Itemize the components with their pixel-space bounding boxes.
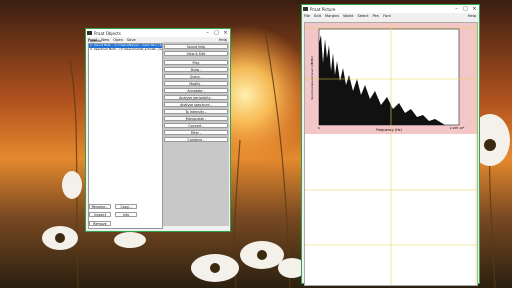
picture-window: Praat Picture – □ × File Edit Margins Wo… [301, 4, 480, 286]
praat-app-icon [303, 7, 308, 11]
x-tick-label-right: 2.205 10⁴ [450, 126, 465, 130]
x-axis-label: Frequency (Hz) [376, 128, 402, 132]
picture-menubar: File Edit Margins World Select Pen Font … [302, 13, 479, 19]
menu-help[interactable]: Help [468, 14, 476, 18]
menu-pen[interactable]: Pen [373, 14, 380, 18]
objects-list[interactable]: 1. Sound Butt... (C:/Users/Name/.../cell… [88, 43, 163, 229]
praat-app-icon [87, 31, 92, 35]
menu-edit[interactable]: Edit [314, 14, 321, 18]
minimize-icon[interactable]: – [452, 5, 461, 13]
menu-select[interactable]: Select [357, 14, 368, 18]
to-intensity-button[interactable]: To Intensity... [164, 109, 228, 114]
menu-save[interactable]: Save [127, 38, 136, 42]
annotate-menu-button[interactable]: Annotate - [164, 88, 228, 93]
picture-titlebar[interactable]: Praat Picture – □ × [302, 5, 479, 13]
menu-open[interactable]: Open [113, 38, 123, 42]
menu-file[interactable]: File [304, 14, 310, 18]
objects-window: Praat Objects – □ × Praat New Open Save … [85, 28, 231, 232]
combine-menu-button[interactable]: Combine - [164, 137, 228, 142]
picture-canvas[interactable]: Sound pressure level (dB/Hz) Frequency (… [304, 22, 478, 286]
inspect-button[interactable]: Inspect [89, 212, 111, 217]
copy-button[interactable]: Copy... [115, 204, 137, 209]
dynamic-action-panel: Sound help View & Edit Play Draw - Query… [163, 42, 229, 226]
sound-help-button[interactable]: Sound help [164, 44, 228, 49]
view-edit-button[interactable]: View & Edit [164, 51, 228, 56]
picture-window-title: Praat Picture [310, 6, 336, 12]
menu-font[interactable]: Font [383, 14, 391, 18]
maximize-icon[interactable]: □ [212, 29, 221, 37]
play-button[interactable]: Play [164, 60, 228, 65]
objects-titlebar[interactable]: Praat Objects – □ × [86, 29, 230, 37]
minimize-icon[interactable]: – [203, 29, 212, 37]
draw-menu-button[interactable]: Draw - [164, 67, 228, 72]
filter-menu-button[interactable]: Filter - [164, 130, 228, 135]
query-menu-button[interactable]: Query - [164, 74, 228, 79]
list-item[interactable]: 2. Spectrum Butt... (C:/Users/Cellist_sc… [89, 48, 162, 52]
x-tick-label-left: 0 [318, 126, 320, 130]
convert-menu-button[interactable]: Convert - [164, 123, 228, 128]
remove-button[interactable]: Remove [89, 221, 111, 226]
menu-margins[interactable]: Margins [325, 14, 339, 18]
analyse-periodicity-button[interactable]: Analyse periodicity - [164, 95, 228, 100]
menu-new[interactable]: New [101, 38, 109, 42]
close-icon[interactable]: × [221, 29, 230, 37]
close-icon[interactable]: × [470, 5, 479, 13]
maximize-icon[interactable]: □ [461, 5, 470, 13]
manipulate-menu-button[interactable]: Manipulate - [164, 116, 228, 121]
y-axis-label: Sound pressure level (dB/Hz) [310, 56, 314, 100]
rename-button[interactable]: Rename... [89, 204, 111, 209]
objects-window-title: Praat Objects [94, 30, 121, 36]
modify-menu-button[interactable]: Modify - [164, 81, 228, 86]
info-button[interactable]: Info [115, 212, 137, 217]
analyse-spectrum-button[interactable]: Analyse spectrum - [164, 102, 228, 107]
menu-world[interactable]: World [343, 14, 353, 18]
